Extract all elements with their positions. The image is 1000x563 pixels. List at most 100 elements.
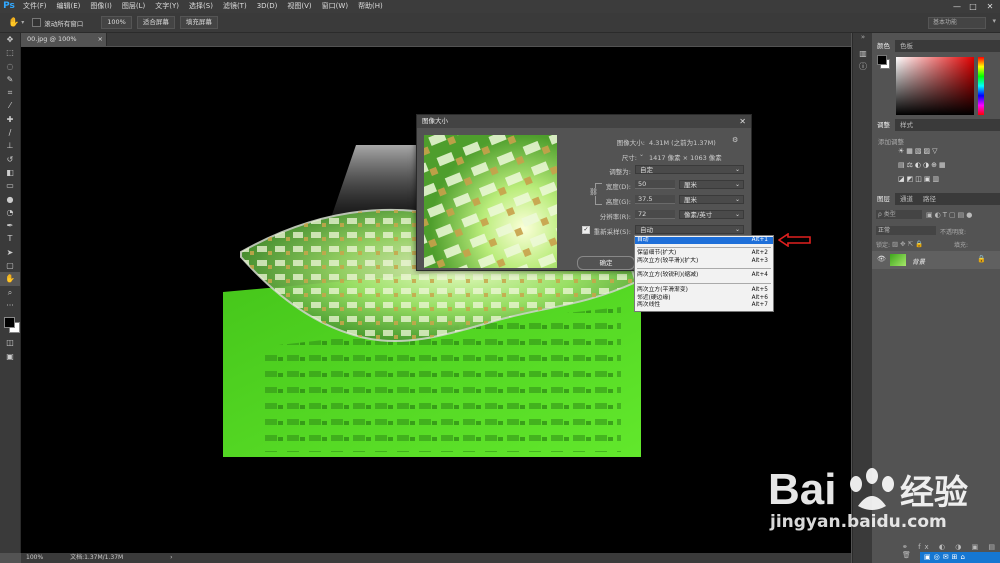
- dropdown-item-nearest-neighbor[interactable]: 邻近(硬边缘) Alt+6: [635, 295, 773, 302]
- screen-mode-icon[interactable]: ▣: [0, 350, 20, 363]
- move-tool-icon[interactable]: ✥: [0, 33, 20, 46]
- adjustment-icons-row-2[interactable]: ▤⚖◐◑⊕▦: [898, 161, 948, 169]
- maximize-icon[interactable]: □: [966, 0, 980, 13]
- eraser-tool-icon[interactable]: ◧: [0, 166, 20, 179]
- minimize-icon[interactable]: —: [950, 0, 964, 13]
- dropdown-item-bicubic-smooth-gradients[interactable]: 两次立方(平滑渐变) Alt+5: [635, 287, 773, 294]
- brush-tool-icon[interactable]: ∕: [0, 126, 20, 139]
- menu-view[interactable]: 视图(V): [282, 0, 316, 13]
- layer-filter-icons[interactable]: ▣◐T▢▤●: [926, 211, 974, 219]
- dimensions-value: 1417 像素 × 1063 像素: [649, 154, 722, 162]
- tab-swatches[interactable]: 色板: [895, 40, 918, 52]
- menu-type[interactable]: 文字(Y): [150, 0, 184, 13]
- type-tool-icon[interactable]: T: [0, 232, 20, 245]
- tab-paths[interactable]: 路径: [918, 193, 941, 205]
- zoom-tool-icon[interactable]: ⌕: [0, 286, 20, 299]
- menu-window[interactable]: 窗口(W): [317, 0, 353, 13]
- height-unit-select[interactable]: 厘米 ⌄: [679, 195, 744, 204]
- menu-select[interactable]: 选择(S): [184, 0, 218, 13]
- menu-3d[interactable]: 3D(D): [252, 0, 283, 13]
- quick-mask-icon[interactable]: ◫: [0, 336, 20, 349]
- dialog-close-icon[interactable]: ✕: [739, 115, 746, 128]
- workspace-select[interactable]: 基本功能: [928, 17, 986, 29]
- resample-select[interactable]: 自动 ⌄: [635, 225, 744, 234]
- history-brush-tool-icon[interactable]: ↺: [0, 153, 20, 166]
- document-tab-close-icon[interactable]: ×: [98, 33, 103, 46]
- more-tools-icon[interactable]: ···: [0, 299, 20, 312]
- dropdown-item-bicubic-smoother[interactable]: 两次立方(较平滑)(扩大) Alt+3: [635, 258, 773, 265]
- dropdown-item-bicubic-sharper[interactable]: 两次立方(较锐利)(缩减) Alt+4: [635, 272, 773, 279]
- width-unit-select[interactable]: 厘米 ⌄: [679, 180, 744, 189]
- fit-to-label: 调整为:: [609, 168, 631, 176]
- adjustment-icons-row-1[interactable]: ☀▦▧▨▽: [898, 147, 940, 155]
- shape-tool-icon[interactable]: ▢: [0, 259, 20, 272]
- workspace-chevron-icon[interactable]: ▾: [992, 17, 996, 25]
- tab-styles[interactable]: 样式: [895, 119, 918, 131]
- healing-brush-tool-icon[interactable]: ✚: [0, 113, 20, 126]
- resolution-unit-select[interactable]: 像素/英寸 ⌄: [679, 210, 744, 219]
- history-panel-icon[interactable]: ▥: [853, 47, 873, 60]
- menu-help[interactable]: 帮助(H): [353, 0, 388, 13]
- fill-screen-button[interactable]: 填充屏幕: [179, 16, 218, 29]
- ok-button[interactable]: 确定: [577, 256, 635, 270]
- marquee-tool-icon[interactable]: ⬚: [0, 46, 20, 59]
- gradient-tool-icon[interactable]: ▭: [0, 179, 20, 192]
- menu-filter[interactable]: 滤镜(T): [218, 0, 252, 13]
- foreground-color-swatch[interactable]: [4, 317, 15, 329]
- dimensions-chevron-icon[interactable]: ⌄: [639, 151, 644, 158]
- hue-slider[interactable]: [978, 57, 984, 115]
- menu-image[interactable]: 图像(I): [85, 0, 117, 13]
- collapse-panels-icon[interactable]: »: [853, 33, 873, 47]
- dialog-settings-gear-icon[interactable]: ⚙: [732, 136, 738, 144]
- blur-tool-icon[interactable]: ●: [0, 193, 20, 206]
- crop-tool-icon[interactable]: ⌗: [0, 86, 20, 99]
- tab-channels[interactable]: 通道: [895, 193, 918, 205]
- color-swatches[interactable]: [0, 312, 20, 336]
- layer-thumbnail: [890, 254, 906, 266]
- menu-layer[interactable]: 图层(L): [117, 0, 150, 13]
- layer-name[interactable]: 背景: [912, 256, 925, 266]
- properties-panel-icon[interactable]: ⓘ: [853, 60, 873, 73]
- layer-visibility-eye-icon[interactable]: 👁: [877, 255, 886, 263]
- hand-tool-icon[interactable]: ✋: [0, 272, 20, 286]
- dialog-preview[interactable]: [424, 135, 557, 268]
- system-taskbar-strip: ▣◎✉⊞⌂: [920, 552, 1000, 563]
- height-input[interactable]: 37.5: [635, 195, 675, 204]
- tool-preset-chevron-icon[interactable]: ▾: [21, 19, 24, 26]
- pen-tool-icon[interactable]: ✒: [0, 219, 20, 232]
- hand-tool-icon[interactable]: ✋: [8, 18, 19, 28]
- menu-file[interactable]: 文件(F): [18, 0, 52, 13]
- layer-filter-select[interactable]: ρ 类型: [876, 210, 922, 219]
- adjustment-icons-row-3[interactable]: ◪◩◫▣▥: [898, 175, 941, 183]
- fit-screen-button[interactable]: 适合屏幕: [136, 16, 175, 29]
- tab-color[interactable]: 颜色: [872, 40, 895, 52]
- stamp-tool-icon[interactable]: ⊥: [0, 139, 20, 152]
- dodge-tool-icon[interactable]: ◔: [0, 206, 20, 219]
- tab-adjustments[interactable]: 调整: [872, 119, 895, 131]
- color-picker-field[interactable]: [896, 57, 974, 115]
- width-input[interactable]: 50: [635, 180, 675, 189]
- status-zoom[interactable]: 100%: [26, 554, 43, 561]
- lasso-tool-icon[interactable]: ◌: [0, 60, 20, 73]
- scroll-all-windows-checkbox[interactable]: [32, 18, 42, 27]
- resolution-input[interactable]: 72: [635, 210, 675, 219]
- taskbar-icons[interactable]: ▣◎✉⊞⌂: [924, 552, 968, 563]
- dropdown-item-auto[interactable]: 自动 Alt+1: [635, 237, 773, 244]
- status-expand-icon[interactable]: ›: [170, 554, 172, 561]
- panel-foreground-swatch[interactable]: [877, 55, 887, 65]
- menu-edit[interactable]: 编辑(E): [52, 0, 86, 13]
- document-tab[interactable]: 00.jpg @ 100%(RGB/8#) ×: [21, 33, 107, 56]
- dropdown-item-preserve-details[interactable]: 保留细节(扩大) Alt+2: [635, 250, 773, 257]
- tab-layers[interactable]: 图层: [872, 193, 895, 205]
- quick-select-tool-icon[interactable]: ✎: [0, 73, 20, 86]
- blend-mode-select[interactable]: 正常: [876, 226, 936, 235]
- layer-row-background[interactable]: 👁 背景 🔒: [872, 251, 1000, 269]
- dropdown-item-bilinear[interactable]: 两次线性 Alt+7: [635, 302, 773, 309]
- close-icon[interactable]: ✕: [983, 0, 997, 13]
- lock-icons[interactable]: ▨✥⇱🔒: [892, 240, 925, 248]
- fit-to-select[interactable]: 自定 ⌄: [635, 165, 744, 174]
- path-select-tool-icon[interactable]: ➤: [0, 246, 20, 259]
- status-doc-size: 文档:1.37M/1.37M: [70, 554, 124, 561]
- eyedropper-tool-icon[interactable]: ⁄: [0, 99, 20, 112]
- zoom-100-button[interactable]: 100%: [101, 16, 132, 29]
